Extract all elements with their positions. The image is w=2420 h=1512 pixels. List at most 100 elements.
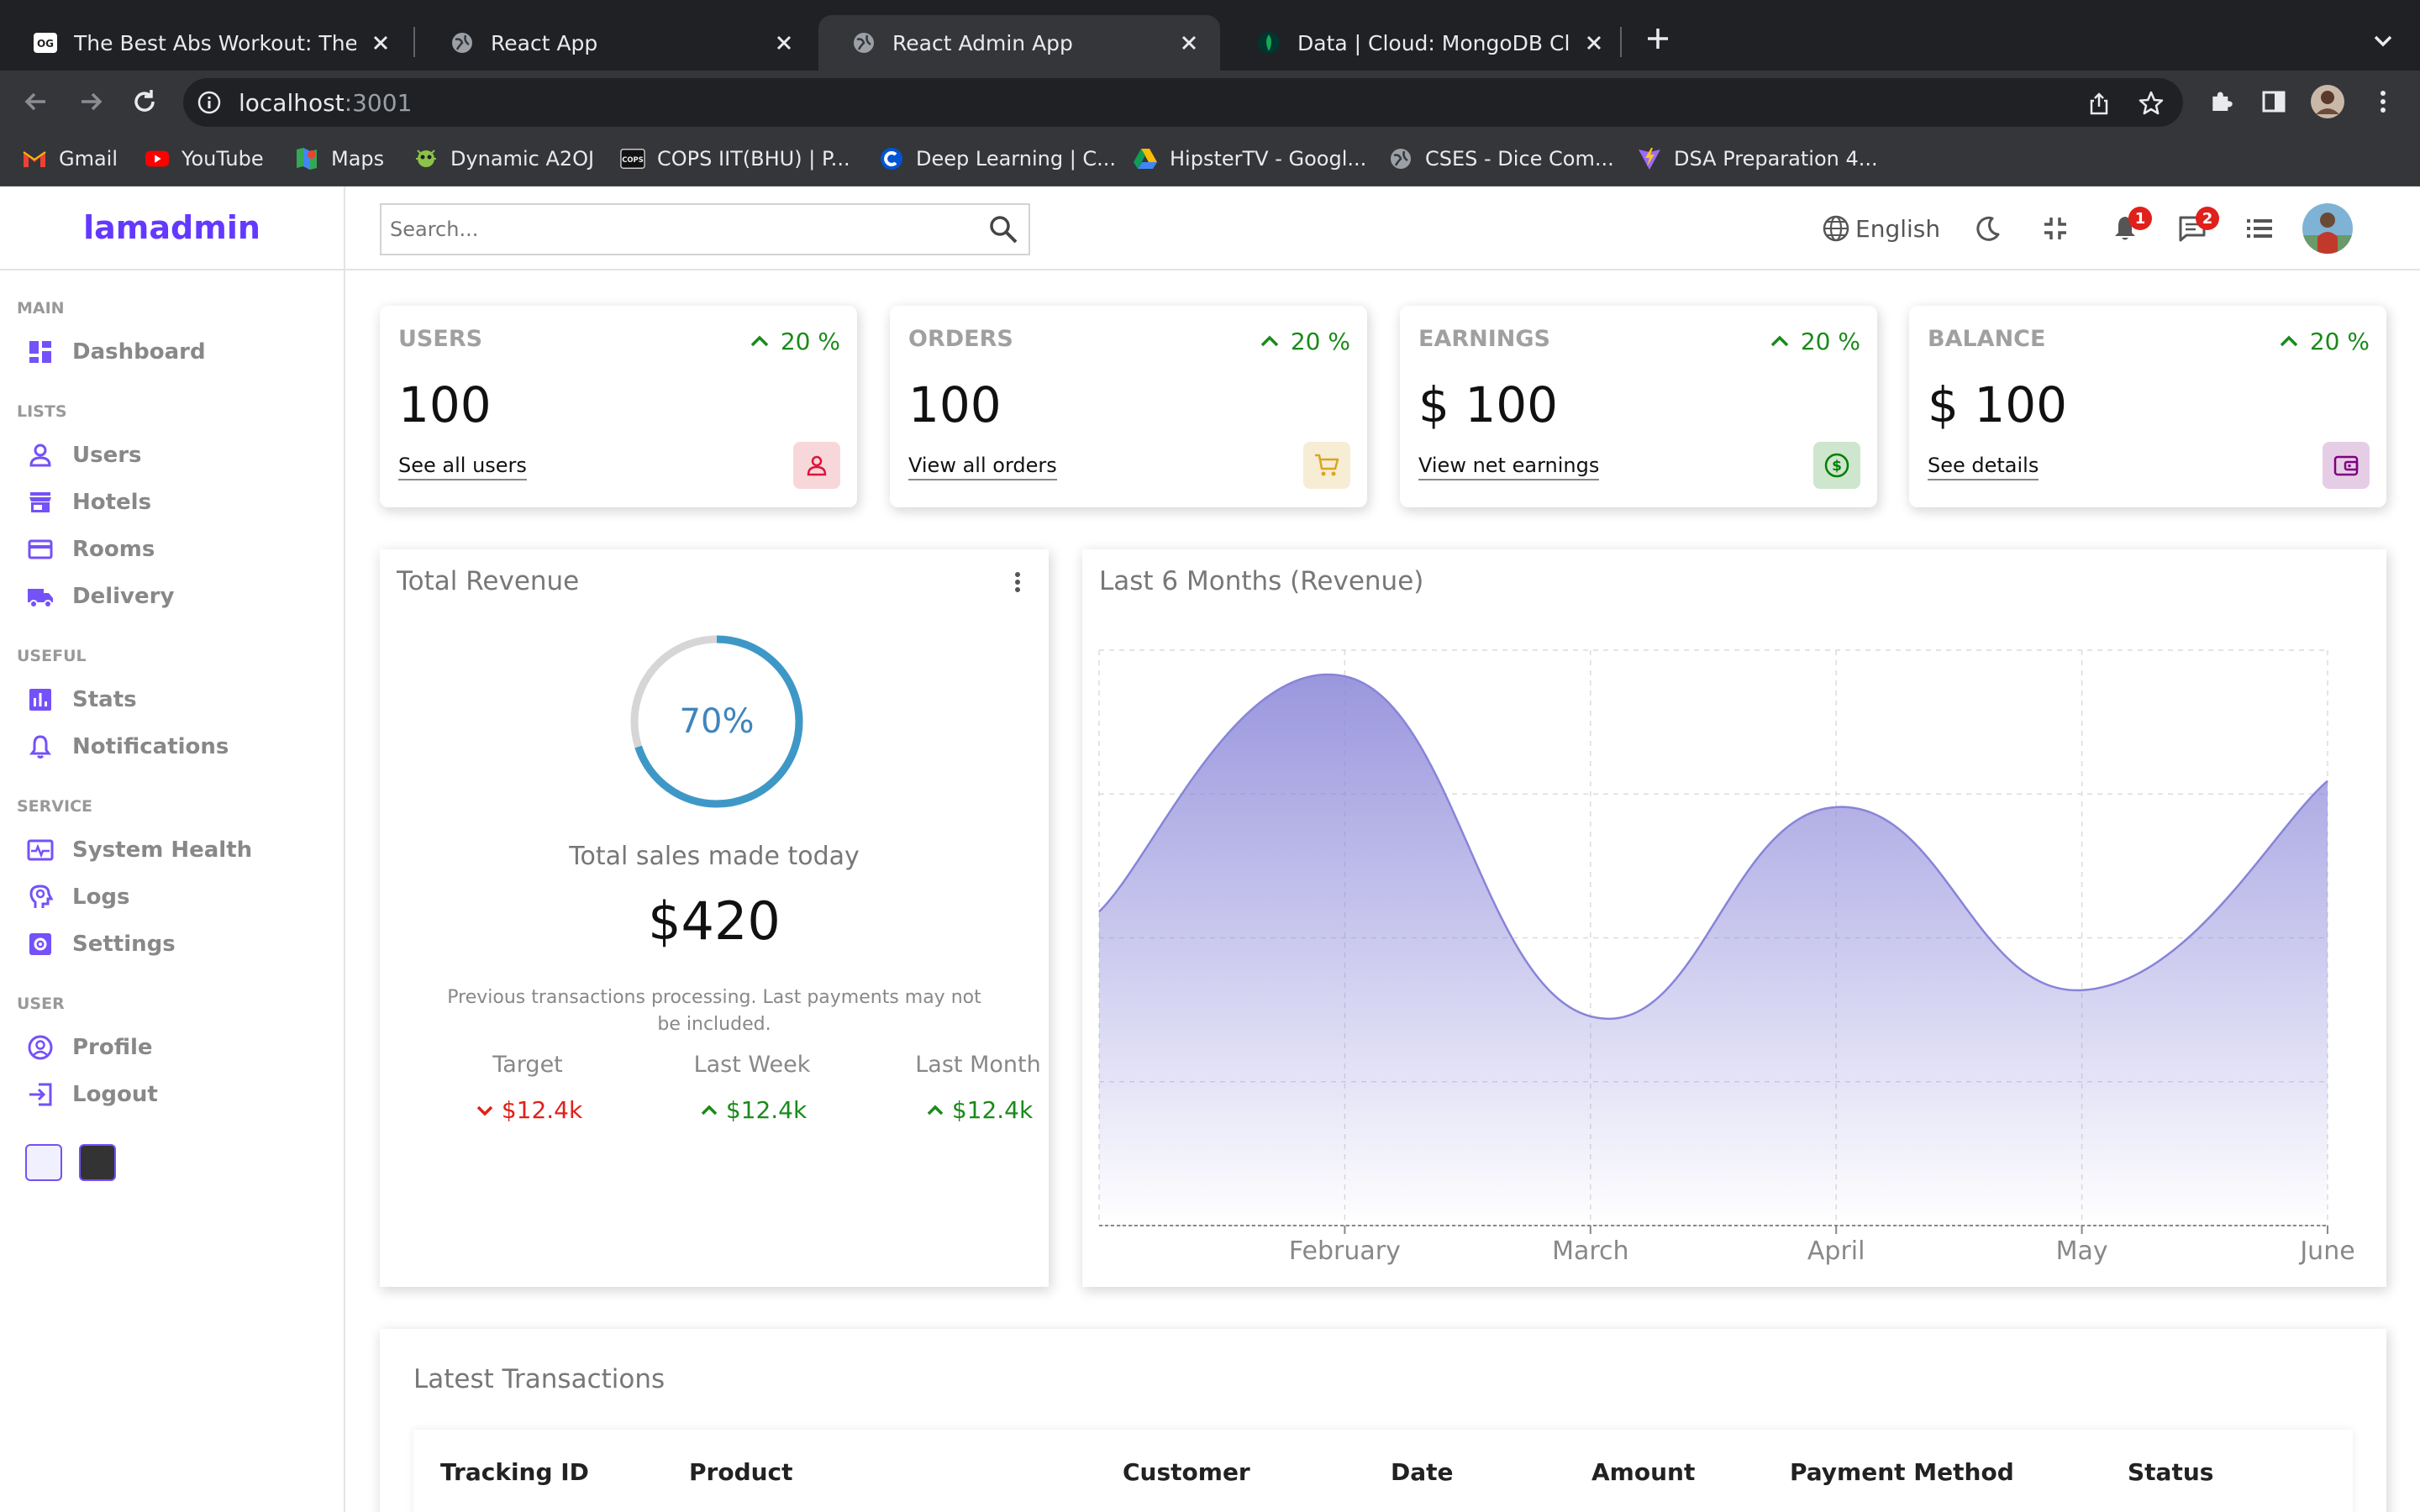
messages-badge: 2 bbox=[2196, 207, 2219, 230]
table-header-product[interactable]: Product bbox=[689, 1458, 793, 1486]
close-tab-icon[interactable] bbox=[1581, 30, 1607, 55]
bookmark-deep-learning[interactable]: Deep Learning | C... bbox=[879, 144, 1116, 173]
browser-tab-1[interactable]: OG The Best Abs Workout: The One bbox=[0, 15, 412, 71]
table-header-date[interactable]: Date bbox=[1391, 1458, 1454, 1486]
widget-icon-box: $ bbox=[1813, 442, 1860, 489]
total-revenue-card: Total Revenue 70% Total sales made today… bbox=[380, 549, 1049, 1287]
svg-text:OG: OG bbox=[37, 38, 54, 50]
x-axis-tick-label: April bbox=[1807, 1236, 1865, 1266]
sidebar-item-label: Stats bbox=[72, 687, 137, 712]
address-bar[interactable]: localhost:3001 bbox=[183, 78, 2183, 127]
account-circle-icon bbox=[24, 1031, 57, 1064]
language-selector[interactable]: English bbox=[1822, 205, 1940, 252]
sidebar-item-users[interactable]: Users bbox=[24, 434, 142, 476]
sidebar-item-logout[interactable]: Logout bbox=[24, 1074, 158, 1116]
close-tab-icon[interactable] bbox=[1176, 30, 1202, 55]
sidebar-item-logs[interactable]: Logs bbox=[24, 876, 130, 918]
sidebar-item-label: Logout bbox=[72, 1082, 158, 1107]
bookmark-cops[interactable]: COPS COPS IIT(BHU) | P... bbox=[620, 144, 850, 173]
search-icon[interactable] bbox=[985, 211, 1022, 248]
light-theme-swatch[interactable] bbox=[25, 1144, 62, 1181]
more-vertical-icon[interactable] bbox=[1003, 568, 1032, 596]
widget-icon-box bbox=[1303, 442, 1350, 489]
table-header-status[interactable]: Status bbox=[2128, 1458, 2213, 1486]
widget-percentage-value: 20 % bbox=[2309, 328, 2370, 355]
bookmark-label: Dynamic A2OJ bbox=[450, 147, 595, 171]
widget-link-view-all-orders[interactable]: View all orders bbox=[908, 454, 1057, 480]
bookmark-a2oj[interactable]: Dynamic A2OJ bbox=[413, 144, 594, 173]
sidebar-item-rooms[interactable]: Rooms bbox=[24, 528, 155, 570]
close-tab-icon[interactable] bbox=[368, 30, 393, 55]
profile-avatar[interactable] bbox=[2310, 84, 2345, 119]
summary-title: Last Month bbox=[915, 1052, 1041, 1078]
bookmark-maps[interactable]: Maps bbox=[294, 144, 384, 173]
fullscreen-exit-button[interactable] bbox=[2034, 205, 2076, 252]
bookmark-gmail[interactable]: Gmail bbox=[22, 144, 118, 173]
back-arrow-icon[interactable] bbox=[18, 84, 54, 119]
bookmark-star-icon[interactable] bbox=[2136, 88, 2166, 118]
widget-link-view-net-earnings[interactable]: View net earnings bbox=[1418, 454, 1600, 480]
sidebar-item-notifications[interactable]: Notifications bbox=[24, 726, 229, 768]
bell-icon bbox=[24, 730, 57, 764]
sidebar-item-system-health[interactable]: System Health bbox=[24, 829, 252, 871]
widget-percentage-value: 20 % bbox=[780, 328, 840, 355]
bookmark-label: CSES - Dice Com... bbox=[1425, 147, 1614, 171]
browser-tab-2[interactable]: React App bbox=[417, 15, 815, 71]
summary-last-month: Last Month $12.4k bbox=[869, 1052, 1087, 1124]
bookmark-label: YouTube bbox=[182, 147, 264, 171]
user-avatar[interactable] bbox=[2302, 203, 2353, 254]
chevron-up-icon bbox=[2276, 329, 2302, 354]
notifications-button[interactable]: 1 bbox=[2102, 205, 2152, 252]
new-tab-plus-icon[interactable] bbox=[1643, 24, 1673, 54]
sidebar-item-delivery[interactable]: Delivery bbox=[24, 575, 174, 617]
bookmark-dsa[interactable]: DSA Preparation 4... bbox=[1637, 144, 1878, 173]
reload-icon[interactable] bbox=[127, 84, 162, 119]
widget-link-see-details[interactable]: See details bbox=[1928, 454, 2039, 480]
bookmark-hipstertv[interactable]: HipsterTV - Googl... bbox=[1133, 144, 1366, 173]
summary-title: Last Week bbox=[693, 1052, 811, 1078]
forward-arrow-icon[interactable] bbox=[73, 84, 108, 119]
extensions-puzzle-icon[interactable] bbox=[2203, 84, 2238, 119]
browser-tab-3-active[interactable]: React Admin App bbox=[818, 15, 1220, 71]
widget-link-see-all-users[interactable]: See all users bbox=[398, 454, 527, 480]
bookmark-cses[interactable]: CSES - Dice Com... bbox=[1388, 144, 1614, 173]
url-text: localhost:3001 bbox=[239, 89, 412, 117]
sidebar-item-settings[interactable]: Settings bbox=[24, 923, 176, 965]
moon-icon bbox=[1974, 214, 2002, 243]
bookmark-youtube[interactable]: YouTube bbox=[145, 144, 264, 173]
dark-mode-toggle[interactable] bbox=[1967, 205, 2009, 252]
table-header-amount[interactable]: Amount bbox=[1591, 1458, 1695, 1486]
store-icon bbox=[24, 486, 57, 519]
tab-search-chevron-icon[interactable] bbox=[2370, 27, 2396, 54]
gmail-icon bbox=[22, 146, 47, 171]
browser-menu-kebab-icon[interactable] bbox=[2365, 84, 2401, 119]
share-icon[interactable] bbox=[2084, 88, 2114, 118]
search-input[interactable] bbox=[381, 218, 985, 241]
list-menu-button[interactable] bbox=[2236, 205, 2283, 252]
sidebar-item-profile[interactable]: Profile bbox=[24, 1026, 153, 1068]
chart-x-axis: February March April May June bbox=[1099, 1225, 2355, 1266]
dark-theme-swatch[interactable] bbox=[79, 1144, 116, 1181]
table-header-tracking-id[interactable]: Tracking ID bbox=[440, 1458, 589, 1486]
progress-percentage: 70% bbox=[679, 702, 755, 741]
app-logo[interactable]: lamadmin bbox=[83, 209, 260, 246]
close-tab-icon[interactable] bbox=[771, 30, 797, 55]
sidebar-item-hotels[interactable]: Hotels bbox=[24, 481, 151, 523]
bookmark-label: Gmail bbox=[59, 147, 118, 171]
browser-tab-4[interactable]: Data | Cloud: MongoDB Cloud bbox=[1223, 15, 1625, 71]
notifications-badge: 1 bbox=[2128, 207, 2152, 230]
side-panel-icon[interactable] bbox=[2256, 84, 2291, 119]
section-title-user: USER bbox=[17, 995, 65, 1013]
table-header-payment-method[interactable]: Payment Method bbox=[1790, 1458, 2014, 1486]
sidebar-item-stats[interactable]: Stats bbox=[24, 679, 137, 721]
browser-tab-bar: OG The Best Abs Workout: The One React A… bbox=[0, 0, 2420, 71]
url-port: :3001 bbox=[344, 88, 413, 117]
admin-app: lamadmin MAIN Dashboard LISTS Users Hote… bbox=[0, 186, 2420, 1512]
table-header-customer[interactable]: Customer bbox=[1123, 1458, 1250, 1486]
x-axis-tick-label: June bbox=[2298, 1236, 2354, 1266]
sales-subtitle: Total sales made today bbox=[569, 842, 860, 871]
sidebar-item-dashboard[interactable]: Dashboard bbox=[24, 331, 206, 373]
sales-description: Previous transactions processing. Last p… bbox=[447, 987, 981, 1035]
site-info-icon[interactable] bbox=[195, 88, 224, 117]
messages-button[interactable]: 2 bbox=[2169, 205, 2219, 252]
